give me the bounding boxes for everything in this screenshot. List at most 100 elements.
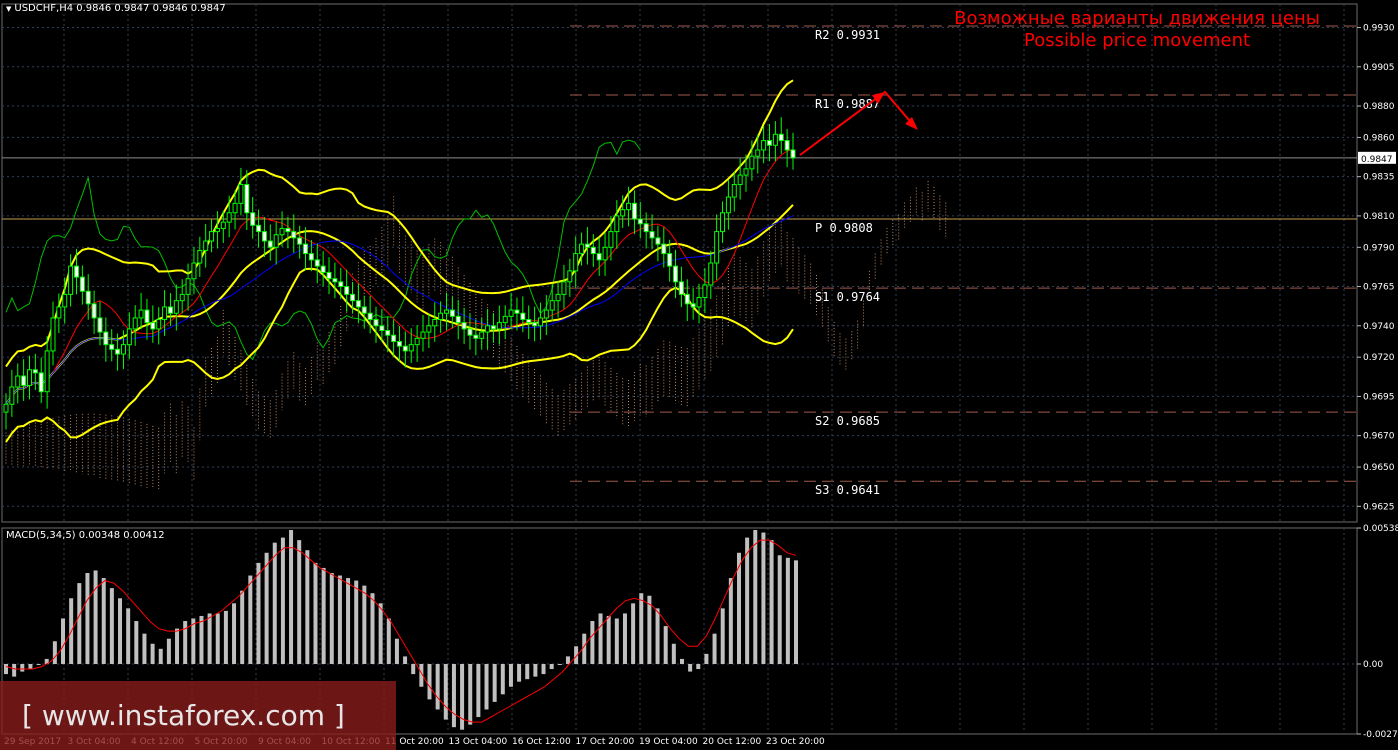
annotation-ru: Возможные варианты движения цены	[954, 8, 1320, 29]
candle-bull	[44, 350, 50, 393]
candle-bear	[167, 306, 173, 314]
candle-bear	[314, 259, 320, 267]
pivot-label-s2: S2 0.9685	[815, 414, 880, 428]
price-tick-label: 0.9790	[1363, 243, 1395, 253]
macd-bar	[679, 658, 684, 664]
chart-canvas: 0.9930 0.9905 0.9880 0.9860 0.9835 0.9810 0.97…	[0, 0, 1398, 750]
macd-bar	[712, 633, 717, 664]
candle-bull	[543, 309, 549, 319]
macd-bar	[329, 572, 334, 664]
candle-bull	[185, 278, 191, 295]
price-tick-label: 0.9765	[1363, 283, 1395, 293]
candle-bear	[367, 312, 373, 321]
macd-bar	[785, 557, 790, 664]
candle-bear	[103, 331, 109, 346]
time-tick-label: 19 Oct 04:00	[639, 737, 698, 747]
candle-bull	[502, 315, 508, 324]
candle-bull	[737, 174, 743, 186]
candle-bull	[761, 140, 767, 151]
symbol-title: ▼ USDCHF,H4 0.9846 0.9847 0.9846 0.9847	[6, 3, 226, 14]
macd-bar	[118, 598, 123, 664]
candle-bear	[285, 227, 291, 233]
candle-bull	[26, 369, 32, 386]
macd-bar	[598, 613, 603, 664]
macd-bar	[93, 570, 98, 664]
candle-bull	[720, 212, 726, 233]
macd-bar	[655, 608, 660, 664]
candle-bear	[79, 276, 85, 292]
candle-bear	[532, 322, 538, 327]
macd-bar	[12, 663, 17, 677]
macd-bar	[20, 663, 25, 672]
macd-bar	[256, 562, 261, 664]
macd-bar	[142, 633, 147, 664]
macd-bar	[451, 663, 456, 728]
price-tick-label: 0.9860	[1363, 133, 1395, 143]
candle-bear	[514, 309, 520, 314]
candle-bear	[332, 278, 338, 283]
macd-bar	[207, 613, 212, 664]
candle-bull	[626, 202, 632, 211]
candle-bull	[432, 319, 438, 327]
macd-bar	[126, 608, 131, 664]
candle-bear	[85, 290, 91, 305]
macd-bar	[606, 615, 611, 664]
candle-bear	[32, 369, 38, 374]
candle-bear	[326, 271, 332, 280]
macd-bar	[492, 663, 497, 702]
dropdown-triangle-icon[interactable]: ▼	[6, 5, 11, 13]
macd-bar	[199, 615, 204, 664]
candle-bull	[555, 293, 561, 302]
candle-bear	[355, 300, 361, 308]
price-tick-label: 0.9930	[1363, 24, 1395, 34]
candle-bull	[731, 184, 737, 198]
macd-bar	[549, 663, 554, 670]
candle-bear	[267, 240, 273, 248]
time-tick-label: 20 Oct 12:00	[703, 737, 762, 747]
candle-bull	[162, 306, 168, 321]
macd-bar	[541, 663, 546, 675]
macd-bar	[500, 663, 505, 695]
macd-bar	[525, 663, 530, 680]
candle-bull	[15, 375, 21, 388]
candle-bear	[631, 202, 637, 220]
macd-bar	[240, 590, 245, 664]
macd-bar	[313, 562, 318, 664]
price-tick-label: 0.9695	[1363, 392, 1395, 402]
candle-bear	[678, 281, 684, 295]
current-price-label: 0.9847	[1361, 155, 1393, 165]
macd-bar	[175, 628, 180, 664]
candle-bear	[303, 243, 309, 255]
candle-bear	[379, 325, 385, 331]
candle-bull	[56, 306, 62, 319]
macd-tick-label: -0.00277	[1363, 730, 1398, 740]
macd-bar	[297, 540, 302, 664]
candle-bull	[273, 234, 279, 248]
candle-bull	[238, 184, 244, 204]
candle-bear	[150, 322, 156, 330]
candle-bull	[579, 243, 585, 255]
candle-bull	[50, 317, 56, 352]
candle-bull	[214, 227, 220, 233]
annotation-text: Возможные варианты движения цены Possibl…	[954, 8, 1320, 52]
macd-bar	[639, 593, 644, 664]
candle-bear	[461, 322, 467, 330]
macd-bar	[753, 530, 758, 664]
candle-bear	[684, 293, 690, 305]
candle-bear	[391, 334, 397, 342]
candle-bear	[361, 306, 367, 314]
macd-bar	[28, 663, 33, 670]
candle-bull	[197, 249, 203, 264]
candle-bull	[438, 312, 444, 321]
macd-bar	[305, 550, 310, 664]
candle-bear	[649, 231, 655, 239]
candle-bull	[179, 293, 185, 302]
candle-bear	[596, 253, 602, 261]
candle-bear	[767, 140, 773, 146]
candle-bull	[549, 300, 555, 311]
macd-bar	[166, 638, 171, 664]
macd-bar	[614, 618, 619, 664]
candle-bull	[220, 221, 226, 229]
candle-bull	[708, 262, 714, 286]
macd-bar	[647, 595, 652, 664]
